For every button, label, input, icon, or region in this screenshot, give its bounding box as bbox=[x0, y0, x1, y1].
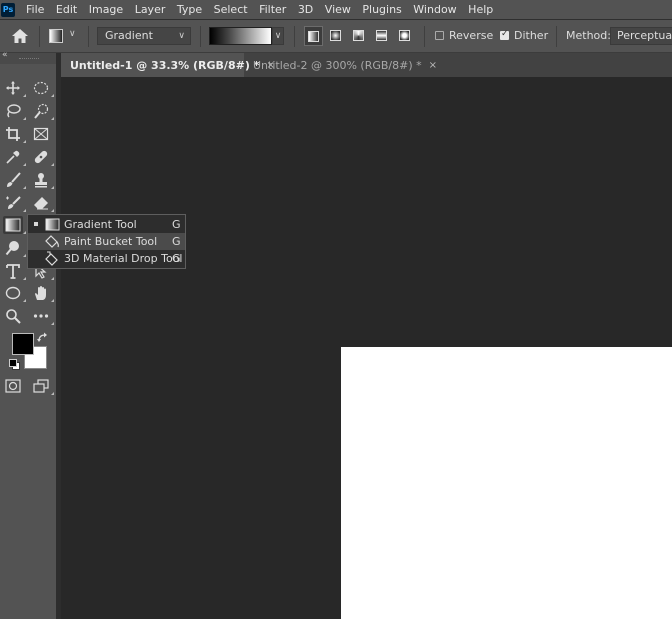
collapse-icon[interactable]: « bbox=[2, 50, 7, 60]
diamond-gradient-button[interactable] bbox=[396, 26, 415, 46]
reverse-label: Reverse bbox=[449, 29, 494, 42]
menu-bar: Ps File Edit Image Layer Type Select Fil… bbox=[0, 0, 672, 20]
dither-label: Dither bbox=[514, 29, 549, 42]
marquee-tool-icon[interactable] bbox=[31, 79, 54, 97]
default-colors-icon[interactable] bbox=[9, 359, 20, 370]
separator bbox=[39, 26, 40, 47]
tab-label: Untitled-2 @ 300% (RGB/8#) * bbox=[253, 58, 422, 72]
hand-tool-icon[interactable] bbox=[31, 284, 54, 302]
crop-tool-icon[interactable] bbox=[3, 125, 26, 143]
angle-gradient-button[interactable] bbox=[350, 26, 369, 46]
clone-stamp-tool-icon[interactable] bbox=[31, 171, 54, 189]
ellipse-tool-icon[interactable] bbox=[3, 284, 26, 302]
menu-layer[interactable]: Layer bbox=[135, 3, 166, 16]
separator bbox=[200, 26, 201, 47]
method-select[interactable]: Perceptual bbox=[610, 27, 672, 45]
separator bbox=[424, 26, 425, 47]
dither-checkbox[interactable] bbox=[500, 29, 509, 40]
home-icon[interactable] bbox=[11, 28, 29, 44]
photoshop-logo: Ps bbox=[1, 2, 15, 17]
reflected-gradient-icon bbox=[376, 30, 387, 41]
linear-gradient-button[interactable] bbox=[304, 26, 323, 46]
selected-bullet-icon bbox=[34, 222, 38, 226]
flyout-item-label: Paint Bucket Tool bbox=[64, 235, 158, 248]
menu-type[interactable]: Type bbox=[177, 3, 202, 16]
menu-filter[interactable]: Filter bbox=[259, 3, 286, 16]
dodge-tool-icon[interactable] bbox=[3, 239, 26, 257]
frame-tool-icon[interactable] bbox=[31, 125, 51, 143]
type-tool-icon[interactable] bbox=[3, 262, 26, 280]
tab-label: Untitled-1 @ 33.3% (RGB/8#) * bbox=[70, 58, 260, 72]
reflected-gradient-button[interactable] bbox=[373, 26, 392, 46]
tab-untitled-2[interactable]: Untitled-2 @ 300% (RGB/8#) * × bbox=[244, 53, 437, 77]
menu-select[interactable]: Select bbox=[214, 3, 248, 16]
gradient-tool-flyout: Gradient Tool G Paint Bucket Tool G 3D M… bbox=[27, 214, 186, 269]
foreground-color-swatch[interactable] bbox=[12, 333, 34, 355]
menu-view[interactable]: View bbox=[325, 3, 351, 16]
flyout-item-paint-bucket-tool[interactable]: Paint Bucket Tool G bbox=[28, 233, 185, 250]
tools-panel: « bbox=[0, 50, 56, 619]
radial-gradient-icon bbox=[330, 30, 341, 41]
flyout-item-3d-material-drop-tool[interactable]: 3D Material Drop Tool G bbox=[28, 250, 185, 267]
gradient-tool-icon[interactable] bbox=[3, 216, 26, 234]
method-value: Perceptual bbox=[617, 29, 672, 42]
paint-bucket-icon bbox=[45, 235, 59, 248]
menu-edit[interactable]: Edit bbox=[56, 3, 77, 16]
angle-gradient-icon bbox=[353, 30, 364, 41]
radial-gradient-button[interactable] bbox=[327, 26, 346, 46]
separator bbox=[556, 26, 557, 47]
zoom-tool-icon[interactable] bbox=[3, 307, 23, 325]
eraser-tool-icon[interactable] bbox=[31, 194, 54, 212]
3d-material-drop-icon bbox=[45, 251, 58, 266]
screen-mode-icon[interactable] bbox=[31, 377, 54, 395]
move-tool-icon[interactable] bbox=[3, 79, 26, 97]
brush-tool-icon[interactable] bbox=[3, 171, 26, 189]
document-tab-strip: Untitled-1 @ 33.3% (RGB/8#) * × Untitled… bbox=[61, 53, 672, 77]
panel-grip[interactable] bbox=[19, 58, 39, 61]
gradient-editor-swatch[interactable] bbox=[209, 27, 272, 45]
separator bbox=[294, 26, 295, 47]
quick-mask-icon[interactable] bbox=[3, 377, 23, 395]
gradient-picker-chevron-icon[interactable]: ∨ bbox=[272, 27, 284, 45]
history-brush-tool-icon[interactable] bbox=[3, 194, 26, 212]
gradient-mode-value: Gradient bbox=[105, 29, 153, 42]
linear-gradient-icon bbox=[308, 31, 319, 42]
diamond-gradient-icon bbox=[399, 30, 410, 41]
document-canvas[interactable] bbox=[341, 347, 672, 619]
flyout-item-shortcut: G bbox=[172, 252, 181, 265]
method-label: Method: bbox=[566, 29, 611, 42]
menu-image[interactable]: Image bbox=[89, 3, 123, 16]
menu-help[interactable]: Help bbox=[468, 3, 493, 16]
menu-file[interactable]: File bbox=[26, 3, 44, 16]
gradient-mode-select[interactable]: Gradient ∨ bbox=[97, 27, 191, 45]
menu-3d[interactable]: 3D bbox=[298, 3, 313, 16]
chevron-down-icon[interactable]: ∨ bbox=[69, 29, 76, 39]
eyedropper-tool-icon[interactable] bbox=[3, 148, 26, 166]
options-bar: ∨ Gradient ∨ ∨ Reverse Dither Method: Pe… bbox=[0, 20, 672, 53]
separator bbox=[88, 26, 89, 47]
flyout-item-shortcut: G bbox=[172, 218, 181, 231]
spot-healing-brush-icon[interactable] bbox=[31, 148, 54, 166]
tool-preset-picker-icon[interactable] bbox=[49, 29, 63, 43]
tab-untitled-1[interactable]: Untitled-1 @ 33.3% (RGB/8#) * × bbox=[61, 53, 275, 77]
quick-selection-tool-icon[interactable] bbox=[31, 102, 54, 120]
flyout-item-gradient-tool[interactable]: Gradient Tool G bbox=[28, 216, 185, 233]
gradient-icon bbox=[45, 218, 60, 231]
more-tools-icon[interactable] bbox=[31, 307, 54, 325]
menu-plugins[interactable]: Plugins bbox=[362, 3, 401, 16]
chevron-down-icon: ∨ bbox=[178, 31, 185, 41]
tools-panel-header[interactable]: « bbox=[0, 50, 56, 64]
flyout-item-shortcut: G bbox=[172, 235, 181, 248]
flyout-item-label: 3D Material Drop Tool bbox=[64, 252, 183, 265]
flyout-item-label: Gradient Tool bbox=[64, 218, 137, 231]
reverse-checkbox[interactable] bbox=[435, 31, 444, 40]
lasso-tool-icon[interactable] bbox=[3, 102, 26, 120]
swap-colors-icon[interactable] bbox=[37, 332, 49, 343]
menu-window[interactable]: Window bbox=[413, 3, 456, 16]
close-icon[interactable]: × bbox=[429, 60, 437, 71]
